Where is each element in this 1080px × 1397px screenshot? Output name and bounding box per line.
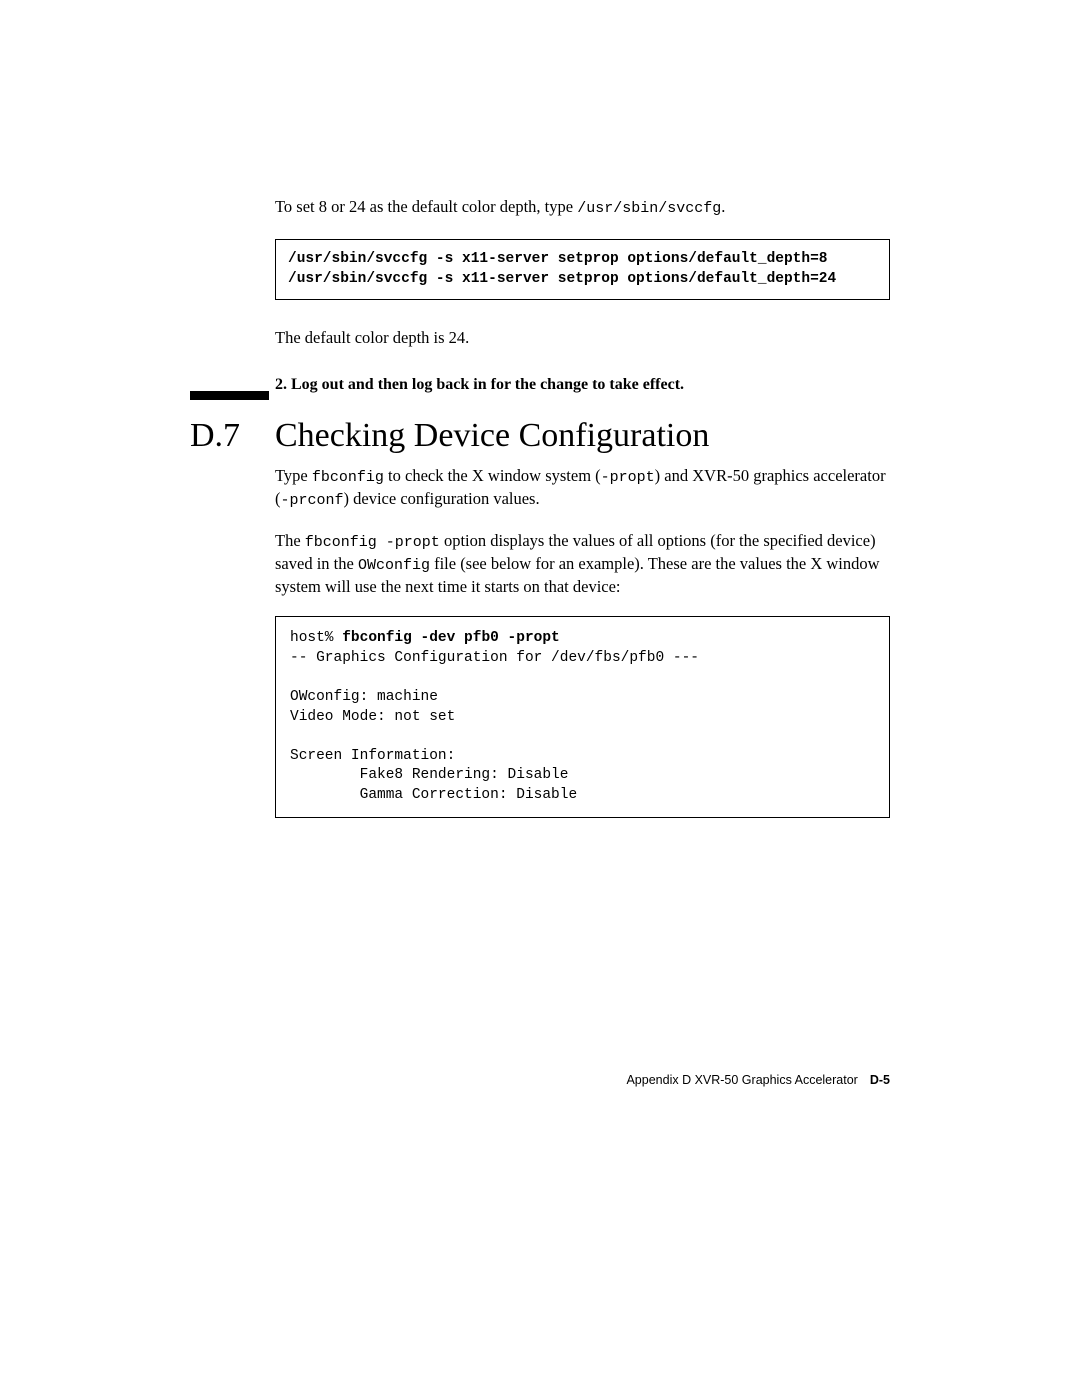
section-number: D.7 [190, 417, 275, 455]
paragraph-1: Type fbconfig to check the X window syst… [275, 465, 890, 512]
p1-c1: fbconfig [312, 469, 384, 486]
p1-t1: Type [275, 466, 312, 485]
p2-t1: The [275, 531, 305, 550]
code-line-2: /usr/sbin/svccfg -s x11-server setprop o… [288, 271, 836, 287]
output-box: host% fbconfig -dev pfb0 -propt -- Graph… [275, 616, 890, 818]
output-cmd: fbconfig -dev pfb0 -propt [342, 630, 560, 646]
code-line-1: /usr/sbin/svccfg -s x11-server setprop o… [288, 251, 828, 267]
section-title: Checking Device Configuration [275, 417, 709, 454]
p1-c3: -prconf [281, 492, 344, 509]
intro-prefix: To set 8 or 24 as the default color dept… [275, 197, 577, 216]
intro-cmd: /usr/sbin/svccfg [577, 200, 721, 217]
p1-t4: ) device configuration values. [344, 489, 540, 508]
default-depth-text: The default color depth is 24. [275, 328, 890, 348]
p1-t2: to check the X window system ( [384, 466, 601, 485]
p2-c1: fbconfig -propt [305, 534, 440, 551]
code-box-svccfg: /usr/sbin/svccfg -s x11-server setprop o… [275, 239, 890, 300]
paragraph-2: The fbconfig -propt option displays the … [275, 530, 890, 599]
section-rule [190, 391, 269, 400]
output-body: -- Graphics Configuration for /dev/fbs/p… [290, 650, 699, 803]
page-footer: Appendix D XVR-50 Graphics Accelerator D-… [626, 1073, 890, 1087]
intro-suffix: . [721, 197, 725, 216]
section-heading: D.7Checking Device Configuration [190, 417, 709, 455]
step-2-text: 2. Log out and then log back in for the … [275, 376, 890, 394]
p2-c2: OWconfig [358, 557, 430, 574]
intro-paragraph: To set 8 or 24 as the default color dept… [275, 195, 890, 219]
output-prompt: host% [290, 630, 342, 646]
p1-c2: -propt [601, 469, 655, 486]
footer-page-number: D-5 [870, 1073, 890, 1087]
footer-text: Appendix D XVR-50 Graphics Accelerator [626, 1073, 857, 1087]
